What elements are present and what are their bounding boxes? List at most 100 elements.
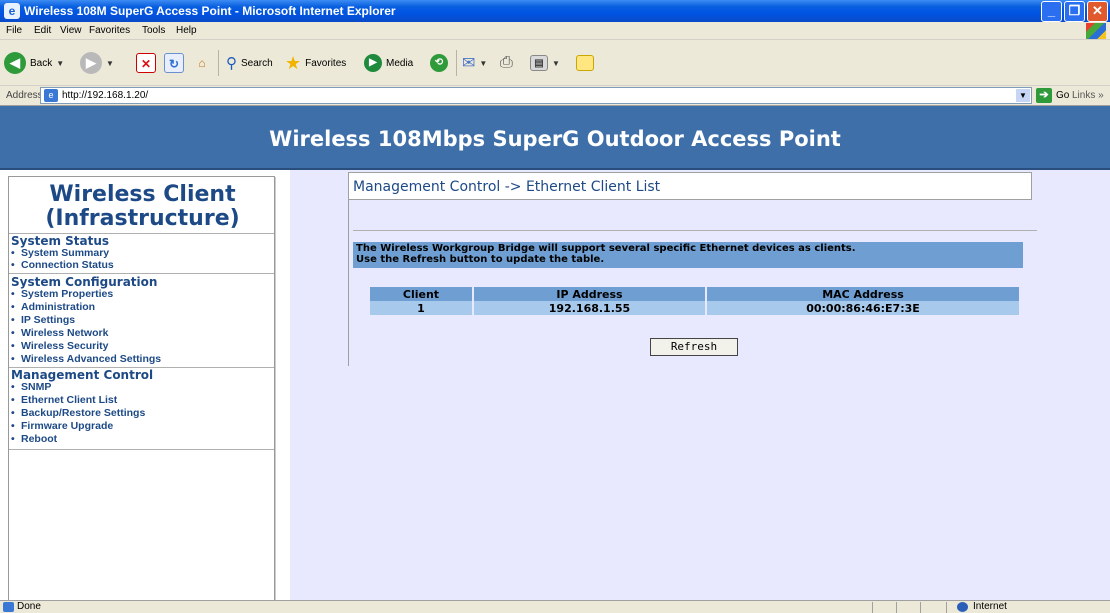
sidebar-item-snmp[interactable]: • SNMP xyxy=(11,381,51,393)
mail-button[interactable]: ✉ ▼ xyxy=(462,49,487,77)
sidebar-item-connection-status[interactable]: • Connection Status xyxy=(11,259,114,271)
print-icon: ⎙ xyxy=(500,54,513,71)
window-titlebar: e Wireless 108M SuperG Access Point - Mi… xyxy=(0,0,1110,22)
status-divider xyxy=(920,602,921,613)
forward-arrow-icon: ▶ xyxy=(80,52,102,74)
minimize-button[interactable]: _ xyxy=(1041,1,1062,22)
menu-edit[interactable]: Edit xyxy=(34,25,51,36)
address-input[interactable]: e http://192.168.1.20/ ▼ xyxy=(40,87,1032,104)
back-button[interactable]: ◀ Back ▼ xyxy=(4,49,64,77)
main-content: Management Control -> Ethernet Client Li… xyxy=(290,170,1110,600)
favorites-button[interactable]: ★ Favorites xyxy=(285,49,346,77)
toolbar-separator xyxy=(456,50,457,76)
search-button[interactable]: ⚲ Search xyxy=(226,49,273,77)
edit-page-icon: ▤ xyxy=(530,55,548,71)
sidebar: Wireless Client (Infrastructure) System … xyxy=(0,170,290,613)
status-divider xyxy=(896,602,897,613)
forward-dropdown-icon: ▼ xyxy=(106,58,114,68)
info-box: The Wireless Workgroup Bridge will suppo… xyxy=(353,242,1023,268)
browser-toolbar: ◀ Back ▼ ▶ ▼ ✕ ↻ ⌂ ⚲ Search ★ Favorites … xyxy=(0,40,1110,86)
refresh-icon: ↻ xyxy=(164,53,184,73)
menu-tools[interactable]: Tools xyxy=(142,25,165,36)
media-button[interactable]: ▶ Media xyxy=(364,49,413,77)
search-label: Search xyxy=(241,57,273,69)
media-label: Media xyxy=(386,57,414,69)
sidebar-item-backup-restore-settings[interactable]: • Backup/Restore Settings xyxy=(11,407,145,419)
edit-button[interactable]: ▤ ▼ xyxy=(530,49,560,77)
column-header-mac-address: MAC Address xyxy=(707,287,1019,301)
ie-logo-icon: e xyxy=(4,3,20,19)
column-header-ip-address: IP Address xyxy=(474,287,705,301)
mail-icon: ✉ xyxy=(462,55,476,72)
sidebar-heading: Wireless Client (Infrastructure) xyxy=(9,183,276,231)
address-dropdown-icon[interactable]: ▼ xyxy=(1016,89,1030,102)
cell-client: 1 xyxy=(370,301,472,315)
links-toolbar[interactable]: Links » xyxy=(1072,90,1104,101)
banner-title: Wireless 108Mbps SuperG Outdoor Access P… xyxy=(269,127,841,151)
sidebar-item-wireless-advanced-settings[interactable]: • Wireless Advanced Settings xyxy=(11,353,161,365)
table-row: 1 192.168.1.55 00:00:86:46:E7:3E xyxy=(370,301,1019,315)
menu-file[interactable]: File xyxy=(6,25,22,36)
internet-zone-icon xyxy=(957,602,968,612)
sidebar-item-wireless-security[interactable]: • Wireless Security xyxy=(11,340,108,352)
cell-mac-address: 00:00:86:46:E7:3E xyxy=(707,301,1019,315)
back-label: Back xyxy=(30,57,53,69)
go-label: Go xyxy=(1056,90,1070,101)
messenger-button[interactable] xyxy=(576,49,594,77)
address-url: http://192.168.1.20/ xyxy=(62,90,149,101)
windows-logo-icon xyxy=(1086,23,1106,39)
page-favicon-icon: e xyxy=(44,89,58,102)
content-rule xyxy=(353,230,1037,231)
forward-button[interactable]: ▶ ▼ xyxy=(80,49,114,77)
section-system-configuration: System Configuration xyxy=(11,275,158,289)
ethernet-client-table: Client IP Address MAC Address 1 192.168.… xyxy=(368,287,1021,315)
refresh-page-button[interactable]: ↻ xyxy=(164,49,184,77)
sidebar-divider xyxy=(9,273,274,274)
refresh-button[interactable]: Refresh xyxy=(650,338,738,356)
history-icon: ⟲ xyxy=(430,54,448,72)
history-button[interactable]: ⟲ xyxy=(430,49,448,77)
cell-ip-address: 192.168.1.55 xyxy=(474,301,705,315)
close-button[interactable]: ✕ xyxy=(1087,1,1108,22)
status-text: Done xyxy=(17,601,41,612)
address-label: Address xyxy=(6,90,43,101)
sidebar-item-system-properties[interactable]: • System Properties xyxy=(11,288,113,300)
home-icon: ⌂ xyxy=(198,56,206,70)
column-header-client: Client xyxy=(370,287,472,301)
sidebar-heading-line2: (Infrastructure) xyxy=(45,206,240,231)
status-bar: Done Internet xyxy=(0,600,1110,613)
sidebar-heading-line1: Wireless Client xyxy=(49,182,236,207)
sidebar-divider xyxy=(9,449,274,450)
table-header-row: Client IP Address MAC Address xyxy=(370,287,1019,301)
home-button[interactable]: ⌂ xyxy=(192,49,212,77)
stop-button[interactable]: ✕ xyxy=(136,49,156,77)
maximize-button[interactable]: ❐ xyxy=(1064,1,1085,22)
sidebar-item-ip-settings[interactable]: • IP Settings xyxy=(11,314,75,326)
page-status-icon xyxy=(3,602,14,612)
sidebar-item-firmware-upgrade[interactable]: • Firmware Upgrade xyxy=(11,420,113,432)
edit-dropdown-icon: ▼ xyxy=(552,58,560,68)
security-zone-label: Internet xyxy=(973,601,1007,612)
content-divider xyxy=(348,200,349,366)
go-arrow-icon: ➔ xyxy=(1036,88,1052,103)
sidebar-panel: Wireless Client (Infrastructure) System … xyxy=(8,176,275,613)
favorites-star-icon: ★ xyxy=(285,52,302,73)
info-text-line2: Use the Refresh button to update the tab… xyxy=(356,254,605,265)
favorites-label: Favorites xyxy=(305,57,347,69)
sidebar-item-administration[interactable]: • Administration xyxy=(11,301,95,313)
stop-icon: ✕ xyxy=(136,53,156,73)
sidebar-item-reboot[interactable]: • Reboot xyxy=(11,433,57,445)
menu-view[interactable]: View xyxy=(60,25,82,36)
menu-bar: File Edit View Favorites Tools Help xyxy=(0,22,1110,40)
menu-favorites[interactable]: Favorites xyxy=(89,25,130,36)
menu-help[interactable]: Help xyxy=(176,25,197,36)
page-banner: Wireless 108Mbps SuperG Outdoor Access P… xyxy=(0,106,1110,170)
print-button[interactable]: ⎙ xyxy=(500,49,513,77)
section-system-status: System Status xyxy=(11,234,110,248)
sidebar-item-wireless-network[interactable]: • Wireless Network xyxy=(11,327,108,339)
go-button[interactable]: ➔ Go xyxy=(1036,88,1069,103)
sidebar-item-ethernet-client-list[interactable]: • Ethernet Client List xyxy=(11,394,117,406)
messenger-icon xyxy=(576,55,594,71)
window-title: Wireless 108M SuperG Access Point - Micr… xyxy=(24,4,396,18)
sidebar-item-system-summary[interactable]: • System Summary xyxy=(11,247,109,259)
